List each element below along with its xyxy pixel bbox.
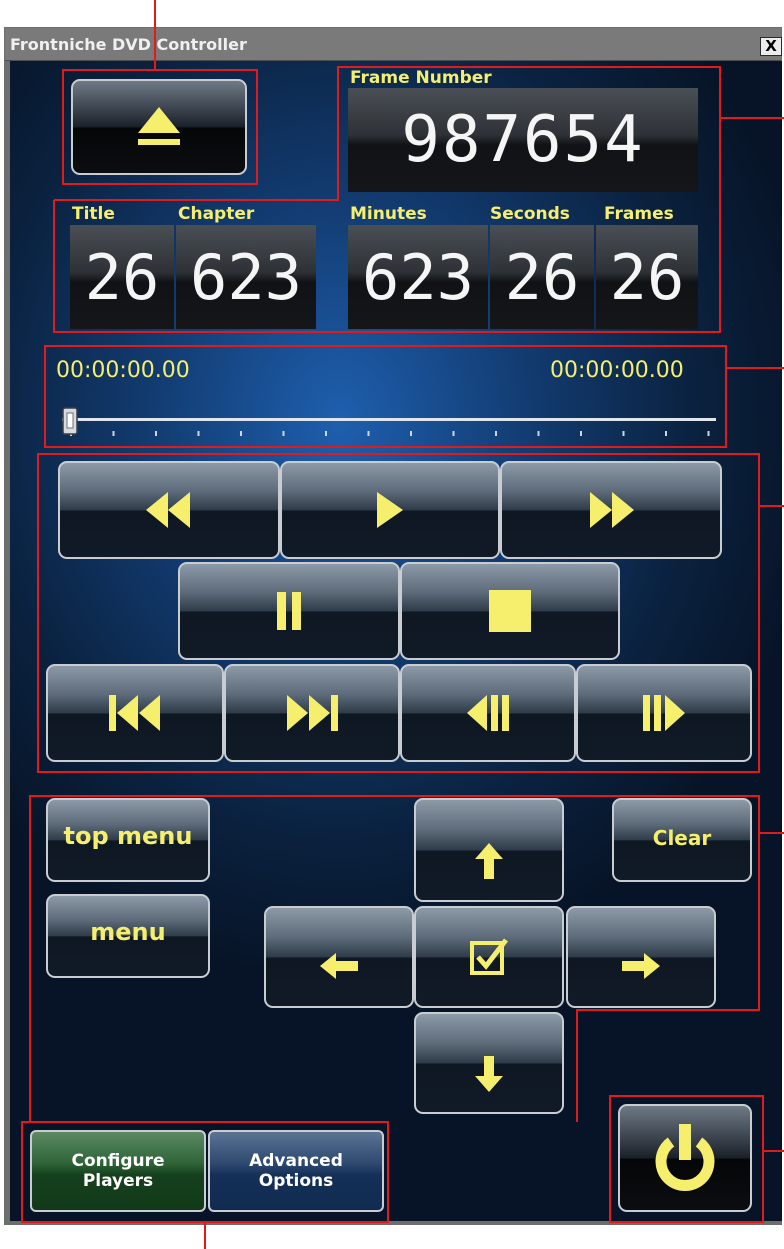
annotation-outline-displays xyxy=(21,66,784,1249)
